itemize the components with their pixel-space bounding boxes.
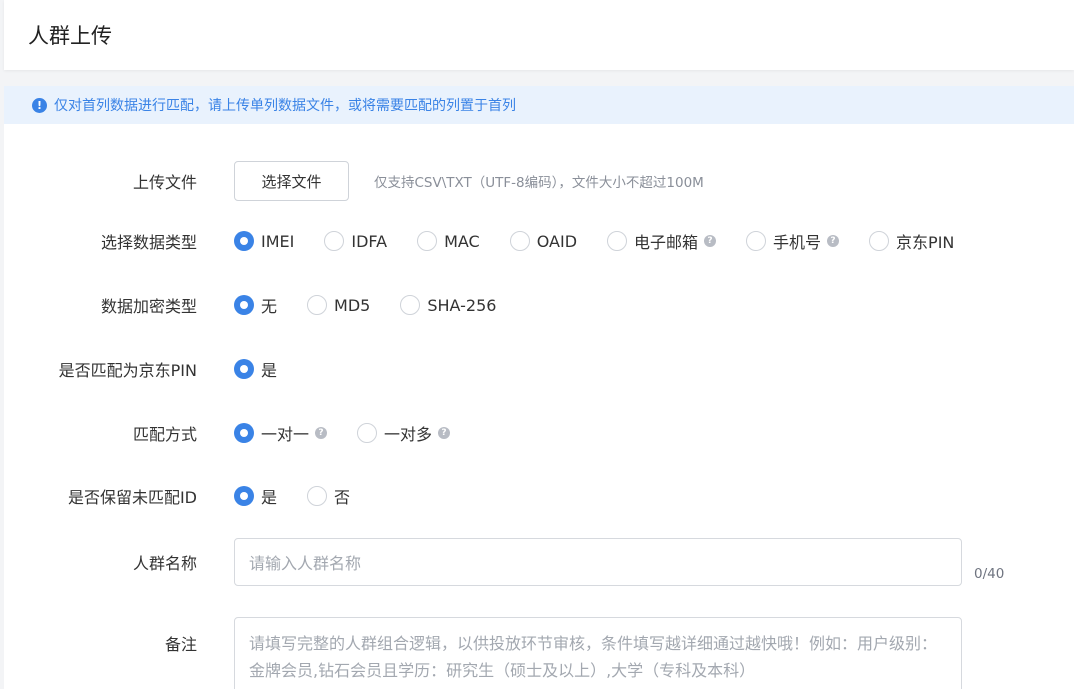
help-icon[interactable]: ? (315, 427, 328, 439)
encrypt-type-options: 无 MD5 SHA-256 (234, 293, 526, 317)
crowd-name-row: 人群名称 请输入人群名称 (4, 538, 1074, 586)
match-pin-label: 是否匹配为京东PIN (58, 361, 197, 380)
remark-row: 备注 请填写完整的人群组合逻辑，以供投放环节审核，条件填写越详细通过越快哦！例如… (4, 617, 1074, 689)
radio-idfa[interactable]: IDFA (324, 231, 387, 251)
page-title: 人群上传 (28, 24, 112, 48)
keep-unmatched-row: 是否保留未匹配ID 是 否 (4, 485, 1074, 507)
match-mode-label: 匹配方式 (132, 425, 197, 444)
remark-label: 备注 (164, 635, 197, 654)
radio-circle (307, 486, 328, 506)
radio-label: SHA-256 (427, 295, 497, 315)
radio-match-pin-yes[interactable]: 是 (234, 357, 277, 381)
upload-content: 选择文件 仅支持CSV\TXT（UTF-8编码），文件大小不超过100M (234, 161, 704, 201)
radio-circle (509, 231, 530, 251)
help-icon[interactable]: ? (438, 427, 451, 439)
radio-label: 是 (261, 488, 278, 507)
info-icon: ! (32, 97, 47, 113)
radio-oaid[interactable]: OAID (509, 231, 578, 251)
upload-row: 上传文件 选择文件 仅支持CSV\TXT（UTF-8编码），文件大小不超过100… (4, 161, 1074, 201)
radio-one-to-one[interactable]: 一对一 ? (234, 421, 328, 445)
radio-label: 电子邮箱 (634, 233, 699, 252)
remark-textarea[interactable]: 请填写完整的人群组合逻辑，以供投放环节审核，条件填写越详细通过越快哦！例如：用户… (234, 617, 962, 689)
radio-circle (307, 295, 328, 315)
data-type-options: IMEI IDFA MAC OAID 电子邮箱 ? 手机号 ? 京东PIN (234, 229, 984, 253)
radio-jd-pin[interactable]: 京东PIN (869, 229, 954, 253)
radio-circle (357, 423, 378, 443)
choose-file-button[interactable]: 选择文件 (234, 161, 349, 201)
radio-circle (746, 231, 767, 251)
radio-circle (234, 486, 254, 506)
encrypt-type-label: 数据加密类型 (100, 297, 197, 316)
radio-circle (324, 231, 345, 251)
remark-content: 请填写完整的人群组合逻辑，以供投放环节审核，条件填写越详细通过越快哦！例如：用户… (234, 617, 962, 689)
notice-bar: ! 仅对首列数据进行匹配，请上传单列数据文件，或将需要匹配的列置于首列 (4, 86, 1074, 124)
radio-circle (234, 359, 254, 379)
radio-sha256[interactable]: SHA-256 (400, 295, 496, 315)
radio-circle (869, 231, 890, 251)
keep-unmatched-label: 是否保留未匹配ID (67, 488, 197, 507)
radio-label: 京东PIN (896, 233, 955, 252)
radio-keep-yes[interactable]: 是 (234, 484, 277, 508)
match-mode-options: 一对一 ? 一对多 ? (234, 421, 480, 445)
radio-label: MAC (444, 231, 480, 251)
notice-text: 仅对首列数据进行匹配，请上传单列数据文件，或将需要匹配的列置于首列 (54, 98, 516, 114)
radio-md5[interactable]: MD5 (307, 295, 370, 315)
radio-label: 无 (261, 297, 278, 316)
radio-circle (234, 231, 254, 251)
radio-none[interactable]: 无 (234, 293, 277, 317)
radio-mac[interactable]: MAC (417, 231, 480, 251)
crowd-name-counter: 0/40 (974, 566, 1005, 582)
radio-label: MD5 (334, 295, 371, 315)
radio-label: 否 (334, 488, 351, 507)
radio-label: 一对多 (384, 425, 433, 444)
help-icon[interactable]: ? (704, 235, 717, 247)
crowd-name-label: 人群名称 (132, 554, 197, 573)
radio-circle (234, 295, 254, 315)
radio-label: 手机号 (773, 233, 822, 252)
match-pin-options: 是 (234, 357, 307, 381)
radio-phone[interactable]: 手机号 ? (746, 229, 840, 253)
radio-circle (607, 231, 628, 251)
encrypt-type-row: 数据加密类型 无 MD5 SHA-256 (4, 294, 1074, 316)
crowd-name-content: 请输入人群名称 (234, 538, 962, 586)
match-pin-row: 是否匹配为京东PIN 是 (4, 358, 1074, 380)
radio-imei[interactable]: IMEI (234, 231, 294, 251)
radio-label: 一对一 (261, 425, 310, 444)
radio-circle (234, 423, 254, 443)
keep-unmatched-options: 是 否 (234, 484, 380, 508)
upload-form-panel: ! 仅对首列数据进行匹配，请上传单列数据文件，或将需要匹配的列置于首列 上传文件… (4, 86, 1074, 689)
radio-label: OAID (536, 231, 578, 251)
crowd-name-input[interactable]: 请输入人群名称 (234, 538, 962, 586)
match-mode-row: 匹配方式 一对一 ? 一对多 ? (4, 422, 1074, 444)
upload-hint: 仅支持CSV\TXT（UTF-8编码），文件大小不超过100M (374, 175, 704, 191)
radio-circle (417, 231, 438, 251)
radio-label: IDFA (351, 231, 388, 251)
radio-label: IMEI (261, 231, 295, 251)
radio-email[interactable]: 电子邮箱 ? (607, 229, 717, 253)
radio-keep-no[interactable]: 否 (307, 484, 350, 508)
data-type-row: 选择数据类型 IMEI IDFA MAC OAID 电子邮箱 ? 手机号 ? 京… (4, 230, 1074, 252)
data-type-label: 选择数据类型 (100, 233, 197, 252)
radio-label: 是 (261, 361, 278, 380)
page-header: 人群上传 (4, 0, 1074, 70)
help-icon[interactable]: ? (827, 235, 840, 247)
upload-label: 上传文件 (132, 173, 197, 192)
radio-circle (400, 295, 421, 315)
radio-one-to-many[interactable]: 一对多 ? (357, 421, 451, 445)
